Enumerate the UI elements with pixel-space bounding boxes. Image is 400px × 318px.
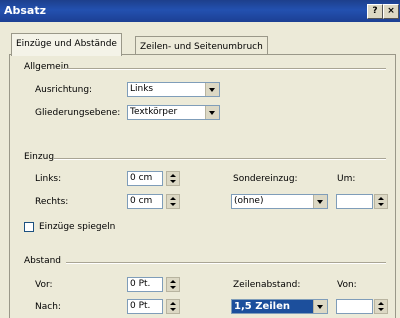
zeilenabstand-label: Zeilenabstand: <box>233 280 301 290</box>
zeilenabstand-select[interactable]: 1,5 Zeilen <box>231 299 328 314</box>
group-divider <box>62 68 386 70</box>
group-divider <box>54 158 386 160</box>
um-input[interactable] <box>336 194 373 209</box>
gliederungsebene-select[interactable]: Textkörper <box>127 105 220 120</box>
group-allgemein: Allgemein <box>24 62 69 72</box>
links-label: Links: <box>35 174 62 184</box>
nach-label: Nach: <box>35 302 61 312</box>
gliederungsebene-value: Textkörper <box>130 107 178 117</box>
group-divider <box>66 262 386 264</box>
tab-einzuege-abstaende[interactable]: Einzüge und Abstände <box>11 33 122 56</box>
group-einzug: Einzug <box>24 152 55 162</box>
dialog-title: Absatz <box>4 4 47 17</box>
vor-input[interactable]: 0 Pt. <box>127 277 163 292</box>
ausrichtung-select[interactable]: Links <box>127 82 220 97</box>
sondereinzug-label: Sondereinzug: <box>233 174 298 184</box>
vor-spinner[interactable] <box>166 277 180 292</box>
vor-label: Vor: <box>35 280 53 290</box>
ausrichtung-label: Ausrichtung: <box>35 85 93 95</box>
links-input[interactable]: 0 cm <box>127 171 163 186</box>
title-bar: Absatz ? × <box>0 0 400 22</box>
chevron-down-icon[interactable] <box>205 106 219 119</box>
von-spinner[interactable] <box>374 299 388 314</box>
von-input[interactable] <box>336 299 373 314</box>
ausrichtung-value: Links <box>130 84 154 94</box>
nach-input[interactable]: 0 Pt. <box>127 299 163 314</box>
spiegeln-label: Einzüge spiegeln <box>39 222 116 232</box>
tab-zeilen-seitenumbruch[interactable]: Zeilen- und Seitenumbruch <box>135 36 268 56</box>
zeilenabstand-value: 1,5 Zeilen <box>234 301 290 312</box>
rechts-spinner[interactable] <box>166 194 180 209</box>
spiegeln-checkbox[interactable] <box>24 222 34 232</box>
um-label: Um: <box>337 174 356 184</box>
rechts-label: Rechts: <box>35 197 69 207</box>
close-button[interactable]: × <box>383 4 399 19</box>
chevron-down-icon[interactable] <box>313 300 327 313</box>
um-spinner[interactable] <box>374 194 388 209</box>
sondereinzug-select[interactable]: (ohne) <box>231 194 328 209</box>
group-abstand: Abstand <box>24 256 62 266</box>
sondereinzug-value: (ohne) <box>234 196 264 206</box>
rechts-input[interactable]: 0 cm <box>127 194 163 209</box>
nach-spinner[interactable] <box>166 299 180 314</box>
chevron-down-icon[interactable] <box>313 195 327 208</box>
links-spinner[interactable] <box>166 171 180 186</box>
von-label: Von: <box>337 280 357 290</box>
gliederungsebene-label: Gliederungsebene: <box>35 108 121 118</box>
help-button[interactable]: ? <box>367 4 383 19</box>
chevron-down-icon[interactable] <box>205 83 219 96</box>
paragraph-dialog: Absatz ? × Einzüge und Abstände Zeilen- … <box>0 0 400 318</box>
